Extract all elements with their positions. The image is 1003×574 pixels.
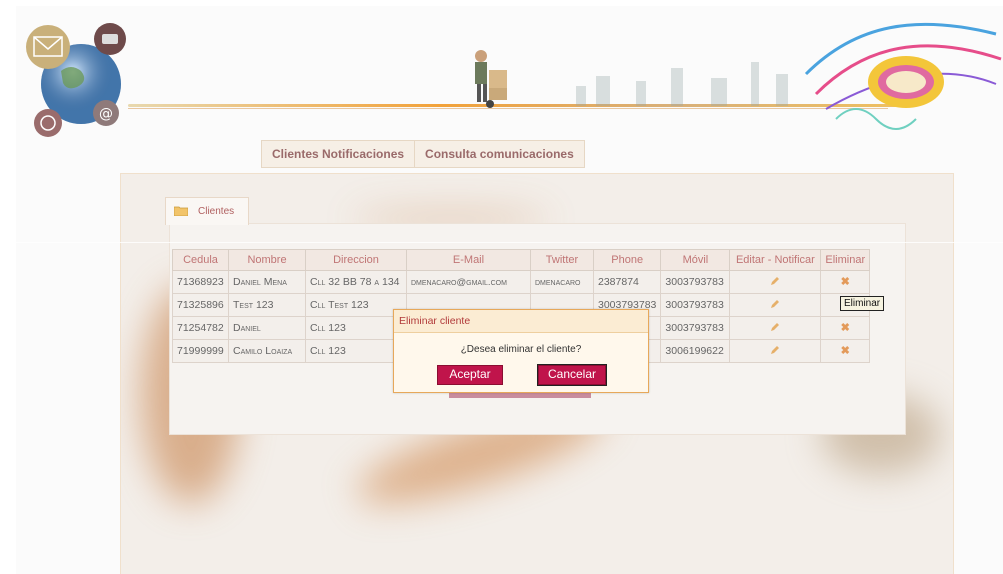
delivery-man-illustration: [475, 50, 507, 108]
cell-delete: ✖: [820, 339, 871, 363]
cell-cedula: 71368923: [172, 270, 229, 294]
cell-movil: 3006199622: [660, 339, 731, 363]
table-header-row: Cedula Nombre Direccion E-Mail Twitter P…: [172, 249, 871, 271]
delete-confirm-dialog: Eliminar cliente ¿Desea eliminar el clie…: [393, 309, 649, 393]
cell-movil: 3003793783: [660, 316, 731, 340]
cell-nombre: Camilo Loaiza: [228, 339, 306, 363]
tab-clientes[interactable]: Clientes: [165, 197, 249, 225]
city-skyline: [576, 61, 806, 106]
table-row: 71368923 Daniel Mena Cll 32 BB 78 a 134 …: [172, 270, 871, 294]
cell-nombre: Daniel Mena: [228, 270, 306, 294]
column-header-editar[interactable]: Editar - Notificar: [729, 249, 822, 271]
column-header-twitter[interactable]: Twitter: [530, 249, 594, 271]
column-header-direccion[interactable]: Direccion: [305, 249, 407, 271]
close-icon[interactable]: ✖: [839, 345, 851, 357]
cell-direccion: Cll 123: [305, 316, 407, 340]
column-header-movil[interactable]: Móvil: [660, 249, 731, 271]
communication-globe-logo: @: [26, 23, 126, 137]
column-header-phone[interactable]: Phone: [592, 249, 662, 271]
dialog-message: ¿Desea eliminar el cliente?: [460, 344, 582, 355]
pencil-icon[interactable]: [770, 322, 780, 332]
close-icon[interactable]: ✖: [839, 322, 851, 334]
cell-delete: ✖: [820, 270, 871, 294]
column-header-email[interactable]: E-Mail: [406, 249, 531, 271]
cell-twitter: dmenacaro: [530, 270, 594, 294]
column-header-eliminar[interactable]: Eliminar: [820, 249, 871, 271]
pencil-icon[interactable]: [770, 299, 780, 309]
tab-clientes-label: Clientes: [198, 206, 235, 217]
cell-edit: [729, 339, 822, 363]
cell-direccion: Cll 32 BB 78 a 134: [305, 270, 407, 294]
divider-line: [0, 242, 1003, 243]
cell-delete: ✖: [820, 316, 871, 340]
cell-email: dmenacaro@gmail.com: [406, 270, 531, 294]
cell-cedula: 71999999: [172, 339, 229, 363]
cell-nombre: Daniel: [228, 316, 306, 340]
tab-clientes-notificaciones[interactable]: Clientes Notificaciones: [261, 140, 416, 168]
svg-text:@: @: [99, 106, 113, 122]
cancel-button[interactable]: Cancelar: [537, 364, 607, 386]
header-banner: @: [16, 6, 1003, 141]
cell-edit: [729, 293, 822, 317]
accept-button[interactable]: Aceptar: [437, 365, 503, 385]
column-header-nombre[interactable]: Nombre: [228, 249, 306, 271]
main-nav: Clientes Notificaciones Consulta comunic…: [261, 140, 585, 168]
folder-icon: [174, 206, 188, 216]
dialog-title[interactable]: Eliminar cliente: [394, 310, 648, 333]
close-icon[interactable]: ✖: [839, 276, 851, 288]
cell-cedula: 71325896: [172, 293, 229, 317]
cell-movil: 3003793783: [660, 293, 731, 317]
cell-edit: [729, 316, 822, 340]
cell-edit: [729, 270, 822, 294]
delete-tooltip: Eliminar: [840, 296, 885, 311]
pencil-icon[interactable]: [770, 345, 780, 355]
cell-direccion: Cll 123: [305, 339, 407, 363]
tab-consulta-comunicaciones[interactable]: Consulta comunicaciones: [414, 140, 585, 168]
colorful-swirl-logo: [804, 22, 1002, 130]
column-header-cedula[interactable]: Cedula: [172, 249, 229, 271]
cell-nombre: Test 123: [228, 293, 306, 317]
cell-cedula: 71254782: [172, 316, 229, 340]
cell-movil: 3003793783: [660, 270, 731, 294]
pencil-icon[interactable]: [770, 276, 780, 286]
cell-phone: 2387874: [592, 270, 662, 294]
cell-direccion: Cll Test 123: [305, 293, 407, 317]
